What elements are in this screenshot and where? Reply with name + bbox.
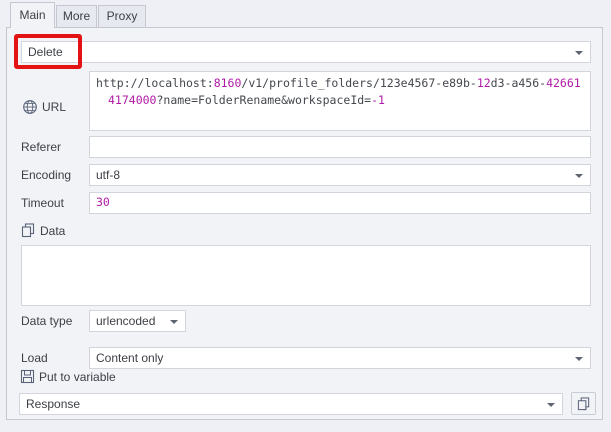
url-text-line-1: http://localhost:8160/v1/profile_folders… [96, 75, 584, 92]
main-tab-panel: Delete URL http://localhost:8160/v1/prof… [6, 27, 603, 420]
timeout-label: Timeout [21, 196, 64, 210]
load-dropdown[interactable]: Content only [89, 347, 591, 369]
tab-main[interactable]: Main [10, 2, 55, 28]
encoding-label: Encoding [21, 168, 71, 182]
copy-variable-button[interactable] [571, 392, 596, 415]
referer-input[interactable] [89, 136, 591, 158]
timeout-value: 30 [96, 195, 110, 209]
put-to-variable-value: Response [26, 397, 80, 411]
chevron-down-icon [170, 320, 178, 324]
data-type-dropdown[interactable]: urlencoded [89, 310, 186, 332]
copy-pages-icon [577, 397, 591, 411]
load-value: Content only [96, 351, 163, 365]
tab-proxy[interactable]: Proxy [98, 5, 146, 27]
data-type-value: urlencoded [96, 314, 155, 328]
data-type-label: Data type [21, 314, 72, 328]
url-input[interactable]: http://localhost:8160/v1/profile_folders… [89, 71, 591, 131]
data-label: Data [40, 224, 65, 238]
load-label: Load [21, 351, 48, 365]
tab-more-label: More [63, 9, 90, 23]
chevron-down-icon [575, 51, 583, 55]
tab-more[interactable]: More [56, 5, 97, 27]
timeout-input[interactable]: 30 [89, 192, 591, 214]
encoding-dropdown[interactable]: utf-8 [89, 164, 591, 186]
tab-proxy-label: Proxy [107, 9, 138, 23]
referer-label: Referer [21, 140, 61, 154]
url-label-row: URL [22, 99, 66, 115]
method-dropdown-value: Delete [28, 45, 63, 59]
tab-main-label: Main [19, 8, 45, 22]
chevron-down-icon [575, 174, 583, 178]
url-label: URL [42, 100, 66, 114]
encoding-value: utf-8 [96, 168, 120, 182]
put-to-variable-label: Put to variable [39, 370, 116, 384]
http-request-settings-window: { "tabs": { "main": "Main", "more": "Mor… [0, 0, 611, 432]
floppy-disk-icon [20, 369, 35, 384]
chevron-down-icon [575, 357, 583, 361]
data-textarea[interactable] [21, 245, 591, 306]
url-text-line-2: 4174000?name=FolderRename&workspaceId=-1 [96, 92, 584, 109]
chevron-down-icon [547, 403, 555, 407]
put-to-variable-label-row: Put to variable [20, 369, 116, 384]
data-label-row: Data [21, 223, 65, 238]
pages-icon [21, 223, 36, 238]
method-dropdown[interactable]: Delete [21, 41, 591, 63]
globe-www-icon [22, 99, 38, 115]
put-to-variable-dropdown[interactable]: Response [19, 393, 563, 415]
